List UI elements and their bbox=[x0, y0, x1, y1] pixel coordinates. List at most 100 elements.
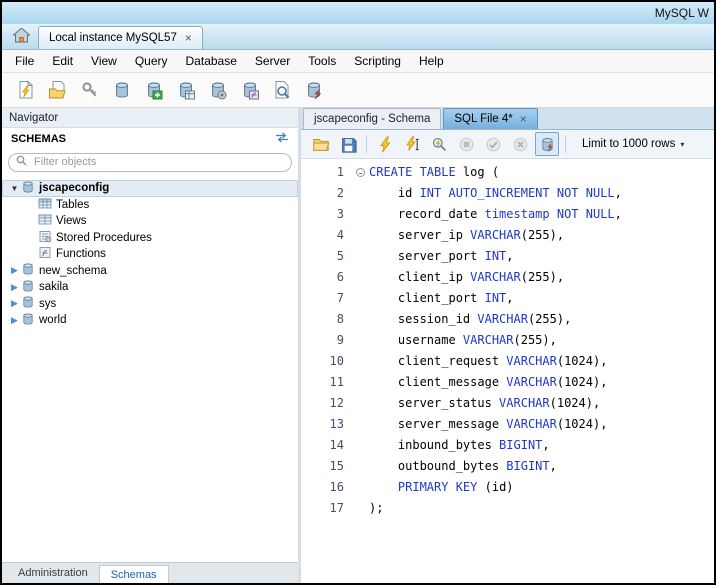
menu-item-view[interactable]: View bbox=[82, 51, 126, 71]
new-query-tab-icon[interactable] bbox=[12, 77, 39, 104]
tree-item-tables[interactable]: Tables bbox=[2, 197, 298, 214]
tree-item-functions[interactable]: Functions bbox=[2, 246, 298, 263]
tree-item-stored-procedures[interactable]: Stored Procedures bbox=[2, 230, 298, 247]
execute-icon[interactable] bbox=[373, 132, 397, 156]
create-table-icon[interactable] bbox=[140, 77, 167, 104]
create-view-icon[interactable] bbox=[172, 77, 199, 104]
mysql-workbench-window: MySQL W Local instance MySQL57 × FileEdi… bbox=[0, 0, 716, 585]
menu-item-tools[interactable]: Tools bbox=[299, 51, 345, 71]
reconnect-dbms-icon[interactable] bbox=[300, 77, 327, 104]
menu-item-help[interactable]: Help bbox=[410, 51, 453, 71]
filter-input[interactable] bbox=[32, 155, 284, 169]
connection-keychain-icon[interactable] bbox=[76, 77, 103, 104]
expand-arrow-icon[interactable]: ▶ bbox=[8, 315, 21, 326]
code-line[interactable]: client_request VARCHAR(1024), bbox=[351, 351, 714, 372]
code-line[interactable]: record_date timestamp NOT NULL, bbox=[351, 204, 714, 225]
line-number: 14 bbox=[301, 435, 344, 456]
code-line[interactable]: PRIMARY KEY (id) bbox=[351, 477, 714, 498]
tree-item-sakila[interactable]: ▶ sakila bbox=[2, 279, 298, 296]
code-line[interactable]: client_ip VARCHAR(255), bbox=[351, 267, 714, 288]
code-text: id INT AUTO_INCREMENT NOT NULL, bbox=[369, 183, 622, 204]
stop-icon[interactable] bbox=[454, 132, 478, 156]
code-line[interactable]: ); bbox=[351, 498, 714, 519]
code-line[interactable]: server_message VARCHAR(1024), bbox=[351, 414, 714, 435]
code-text: username VARCHAR(255), bbox=[369, 330, 557, 351]
window-title: MySQL W bbox=[655, 6, 709, 20]
code-line[interactable]: client_port INT, bbox=[351, 288, 714, 309]
menu-item-database[interactable]: Database bbox=[177, 51, 246, 71]
tree-item-new_schema[interactable]: ▶ new_schema bbox=[2, 263, 298, 280]
create-function-icon[interactable] bbox=[236, 77, 263, 104]
code-line[interactable]: client_message VARCHAR(1024), bbox=[351, 372, 714, 393]
open-file-icon[interactable] bbox=[309, 132, 333, 156]
code-line[interactable]: server_ip VARCHAR(255), bbox=[351, 225, 714, 246]
line-number: 6 bbox=[301, 267, 344, 288]
code-text: record_date timestamp NOT NULL, bbox=[369, 204, 622, 225]
close-icon[interactable]: × bbox=[520, 113, 527, 125]
code-line[interactable]: session_id VARCHAR(255), bbox=[351, 309, 714, 330]
code-text: server_ip VARCHAR(255), bbox=[369, 225, 564, 246]
collapse-arrow-icon[interactable]: ▼ bbox=[8, 184, 21, 193]
schema-icon bbox=[21, 312, 35, 329]
toolbar-separator bbox=[366, 135, 367, 153]
expand-arrow-icon[interactable]: ▶ bbox=[8, 298, 21, 309]
code-line[interactable]: username VARCHAR(255), bbox=[351, 330, 714, 351]
expand-arrow-icon[interactable]: ▶ bbox=[8, 282, 21, 293]
close-icon[interactable]: × bbox=[185, 32, 192, 44]
tab-administration[interactable]: Administration bbox=[7, 563, 99, 583]
execute-current-statement-icon[interactable] bbox=[400, 132, 424, 156]
schema-icon bbox=[21, 295, 35, 312]
fold-spacer bbox=[351, 225, 369, 246]
filter-box bbox=[8, 153, 292, 172]
fold-collapse-icon[interactable] bbox=[356, 168, 365, 177]
navigator-bottom-tabs: Administration Schemas bbox=[2, 562, 298, 583]
create-schema-icon[interactable] bbox=[108, 77, 135, 104]
code-line[interactable]: id INT AUTO_INCREMENT NOT NULL, bbox=[351, 183, 714, 204]
create-procedure-icon[interactable] bbox=[204, 77, 231, 104]
code-line[interactable]: server_status VARCHAR(1024), bbox=[351, 393, 714, 414]
tree-item-views[interactable]: Views bbox=[2, 213, 298, 230]
code-text: client_request VARCHAR(1024), bbox=[369, 351, 607, 372]
commit-icon[interactable] bbox=[481, 132, 505, 156]
schemas-title: SCHEMAS bbox=[11, 133, 66, 145]
window-titlebar[interactable]: MySQL W bbox=[2, 2, 714, 24]
code-line[interactable]: outbound_bytes BIGINT, bbox=[351, 456, 714, 477]
code-line[interactable]: server_port INT, bbox=[351, 246, 714, 267]
tab-sql-file-4[interactable]: SQL File 4* × bbox=[443, 108, 537, 129]
search-table-data-icon[interactable] bbox=[268, 77, 295, 104]
menu-item-file[interactable]: File bbox=[6, 51, 43, 71]
menu-item-query[interactable]: Query bbox=[126, 51, 177, 71]
explain-plan-icon[interactable] bbox=[427, 132, 451, 156]
editor-panel: jscapeconfig - Schema SQL File 4* × bbox=[301, 108, 714, 583]
menu-bar: FileEditViewQueryDatabaseServerToolsScri… bbox=[2, 50, 714, 73]
rollback-icon[interactable] bbox=[508, 132, 532, 156]
menu-item-scripting[interactable]: Scripting bbox=[345, 51, 410, 71]
toggle-autocommit-icon[interactable] bbox=[535, 132, 559, 156]
tree-item-world[interactable]: ▶ world bbox=[2, 312, 298, 329]
home-tab[interactable] bbox=[4, 25, 38, 49]
tree-item-jscapeconfig[interactable]: ▼ jscapeconfig bbox=[2, 180, 298, 197]
fold-marker[interactable] bbox=[351, 162, 369, 183]
connection-tab[interactable]: Local instance MySQL57 × bbox=[38, 26, 203, 49]
code-area[interactable]: CREATE TABLE log ( id INT AUTO_INCREMENT… bbox=[351, 162, 714, 583]
tab-schemas[interactable]: Schemas bbox=[99, 565, 169, 583]
row-limit-dropdown[interactable]: Limit to 1000 rows ▾ bbox=[576, 136, 690, 152]
code-line[interactable]: inbound_bytes BIGINT, bbox=[351, 435, 714, 456]
code-line[interactable]: CREATE TABLE log ( bbox=[351, 162, 714, 183]
fold-spacer bbox=[351, 477, 369, 498]
fold-spacer bbox=[351, 435, 369, 456]
code-text: session_id VARCHAR(255), bbox=[369, 309, 571, 330]
save-icon[interactable] bbox=[336, 132, 360, 156]
tree-item-sys[interactable]: ▶ sys bbox=[2, 296, 298, 313]
tables-icon bbox=[38, 197, 52, 213]
code-text: PRIMARY KEY (id) bbox=[369, 477, 514, 498]
sql-code-editor[interactable]: 1234567891011121314151617 CREATE TABLE l… bbox=[301, 159, 714, 583]
navigator-panel: Navigator SCHEMAS bbox=[2, 108, 298, 583]
menu-item-edit[interactable]: Edit bbox=[43, 51, 82, 71]
tab-jscapeconfig-schema[interactable]: jscapeconfig - Schema bbox=[303, 108, 441, 129]
open-sql-script-icon[interactable] bbox=[44, 77, 71, 104]
line-number: 8 bbox=[301, 309, 344, 330]
expand-arrow-icon[interactable]: ▶ bbox=[8, 265, 21, 276]
refresh-icon[interactable] bbox=[275, 132, 289, 146]
menu-item-server[interactable]: Server bbox=[246, 51, 299, 71]
